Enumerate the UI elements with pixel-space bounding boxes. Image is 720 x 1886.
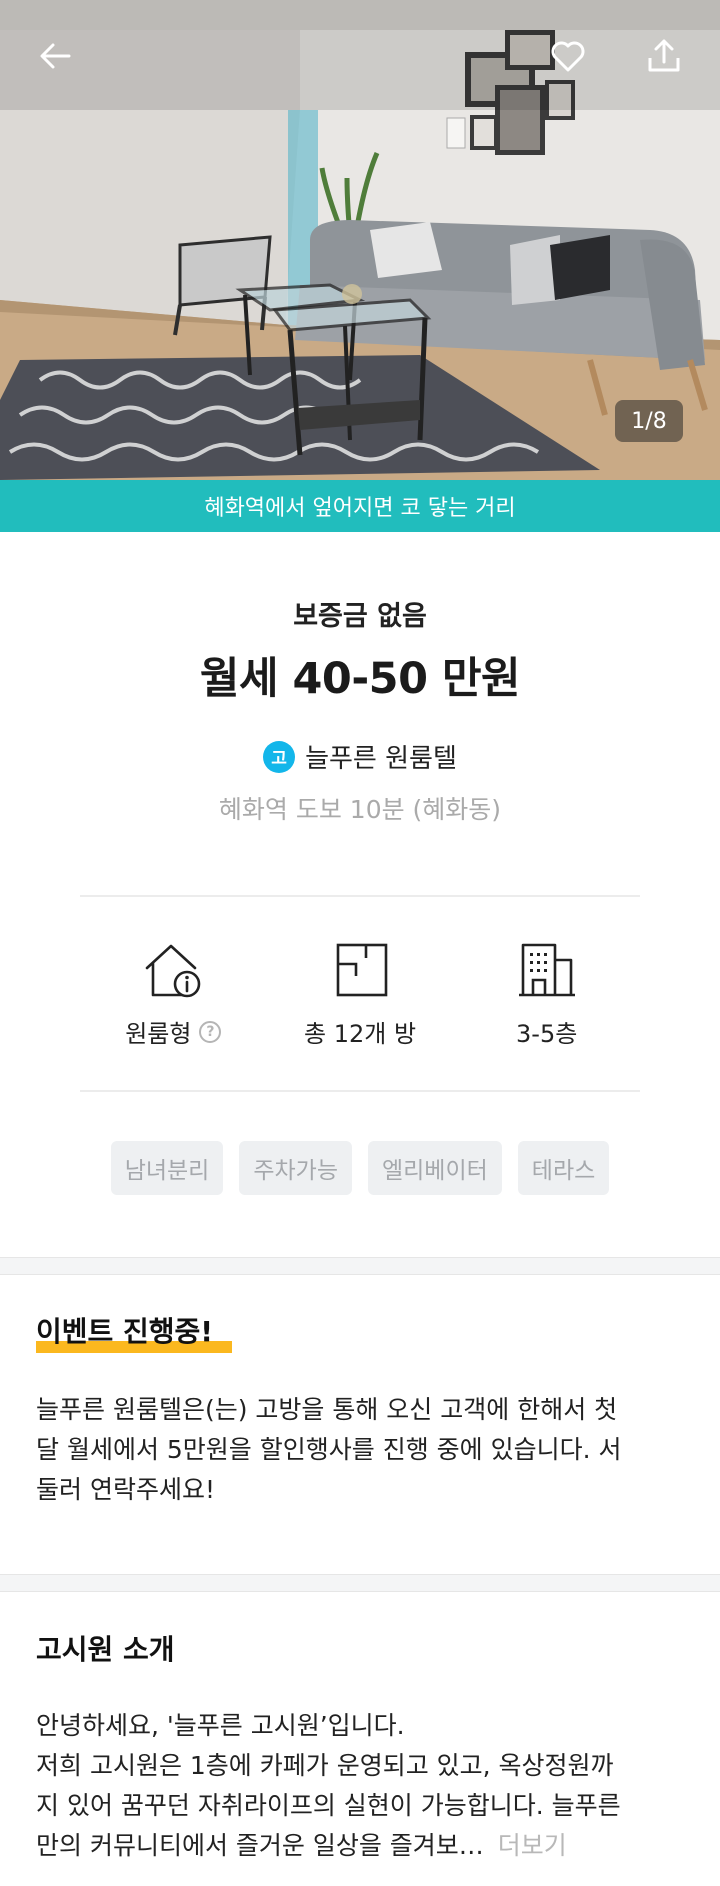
arrow-left-icon [40, 43, 71, 69]
divider [80, 1090, 640, 1092]
intro-line: 지 있어 꿈꾸던 자취라이프의 실현이 가능합니다. 늘푸른 [36, 1791, 621, 1820]
section-separator [0, 1574, 720, 1592]
event-line: 둘러 연락주세요! [36, 1475, 215, 1504]
location-banner: 혜화역에서 엎어지면 코 닿는 거리 [0, 480, 720, 532]
share-button[interactable] [636, 28, 692, 84]
provider-row[interactable]: 고 늘푸른 원룸텔 [0, 738, 720, 775]
feature-tags: 남녀분리 주차가능 엘리베이터 테라스 [0, 1141, 720, 1195]
room-floorplan-icon [336, 943, 388, 997]
location-text: 혜화역 도보 10분 (혜화동) [218, 795, 502, 824]
event-description: 늘푸른 원룸텔은(는) 고방을 통해 오신 고객에 한해서 첫 달 월세에서 5… [36, 1390, 686, 1510]
help-icon[interactable]: ? [199, 1020, 222, 1043]
read-more-link[interactable]: 더보기 [498, 1831, 567, 1860]
provider-badge: 고 [263, 740, 296, 773]
back-button[interactable] [27, 28, 83, 84]
spec-room-type-label: 원룸형 [125, 1020, 192, 1048]
intro-title: 고시원 소개 [36, 1633, 175, 1666]
spec-room-type: 원룸형 ? [80, 940, 267, 1060]
event-section-header: 이벤트 진행중! [36, 1310, 232, 1353]
tag-parking: 주차가능 [239, 1141, 352, 1195]
house-info-icon [146, 944, 201, 998]
hero-photo-carousel[interactable]: 1/8 [0, 0, 720, 480]
event-line: 달 월세에서 5만원을 할인행사를 진행 중에 있습니다. 서 [36, 1435, 622, 1464]
deposit-text: 보증금 없음 [293, 601, 427, 632]
tag-terrace: 테라스 [517, 1141, 610, 1195]
spec-floors: 3-5층 [453, 940, 640, 1060]
event-line: 늘푸른 원룸텔은(는) 고방을 통해 오신 고객에 한해서 첫 [36, 1395, 618, 1424]
building-icon [518, 943, 575, 997]
intro-last-line: 만의 커뮤니티에서 즐거운 일상을 즐겨보… 더보기 [36, 1826, 686, 1866]
room-photo [0, 0, 720, 480]
intro-line: 저희 고시원은 1층에 카페가 운영되고 있고, 옥상정원까 [36, 1751, 614, 1780]
intro-description: 안녕하세요, '늘푸른 고시원’입니다. 저희 고시원은 1층에 카페가 운영되… [36, 1706, 686, 1866]
divider [80, 895, 640, 897]
spec-room-count-label: 총 12개 방 [303, 1020, 417, 1048]
photo-counter: 1/8 [615, 400, 683, 442]
heart-icon [551, 41, 585, 72]
rent-price: 월세 40-50 만원 [199, 654, 521, 704]
spec-floors-label: 3-5층 [516, 1020, 578, 1048]
tag-elevator: 엘리베이터 [367, 1141, 502, 1195]
spec-room-count: 총 12개 방 [267, 940, 454, 1060]
section-separator [0, 1257, 720, 1275]
intro-line: 만의 커뮤니티에서 즐거운 일상을 즐겨보… [36, 1831, 484, 1860]
room-specs: 원룸형 ? 총 12개 방 3-5층 [80, 940, 640, 1060]
provider-name[interactable]: 늘푸른 원룸텔 [305, 738, 457, 775]
intro-line: 안녕하세요, '늘푸른 고시원’입니다. [36, 1711, 405, 1740]
event-title: 이벤트 진행중! [36, 1315, 214, 1348]
favorite-button[interactable] [540, 28, 596, 84]
share-icon [648, 39, 680, 72]
tag-gender-separated: 남녀분리 [110, 1141, 224, 1195]
